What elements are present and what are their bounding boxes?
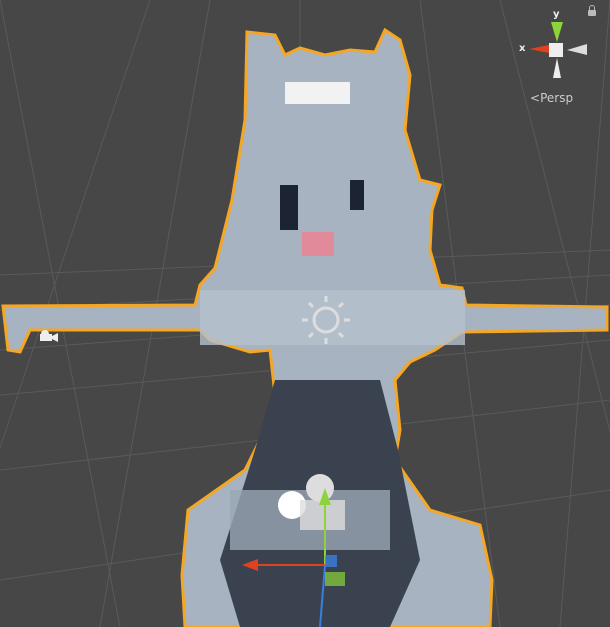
projection-label: Persp bbox=[540, 91, 574, 105]
y-axis-cone[interactable] bbox=[551, 22, 563, 42]
lock-icon[interactable] bbox=[588, 5, 596, 16]
chevron-left-icon: < bbox=[530, 91, 541, 105]
eye-left bbox=[280, 185, 298, 230]
x-axis-label: x bbox=[519, 43, 526, 54]
x-axis-cone[interactable] bbox=[529, 45, 549, 53]
mouth bbox=[302, 232, 334, 256]
neg-y-axis-cone[interactable] bbox=[553, 58, 561, 78]
center-cube[interactable] bbox=[549, 43, 563, 57]
camera-icon[interactable] bbox=[40, 330, 58, 342]
hair-highlight bbox=[285, 82, 350, 104]
neg-x-axis-cone[interactable] bbox=[567, 44, 587, 55]
projection-toggle[interactable]: <Persp bbox=[530, 91, 573, 105]
character-model[interactable] bbox=[1, 27, 609, 627]
arms bbox=[200, 290, 465, 345]
eye-right bbox=[350, 180, 364, 210]
y-axis-label: y bbox=[553, 9, 560, 20]
